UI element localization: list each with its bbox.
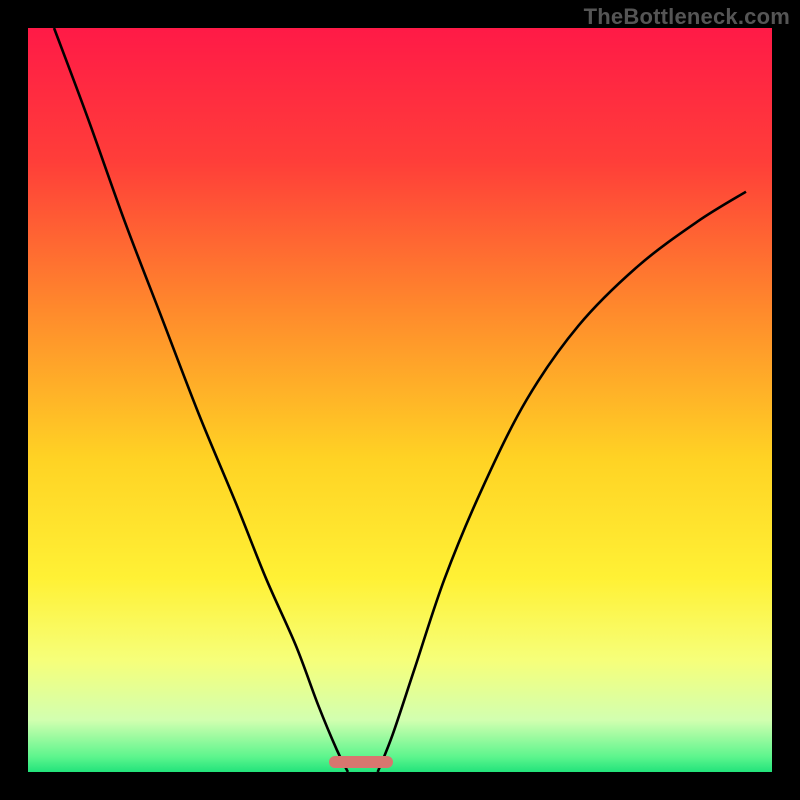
curve-right-branch xyxy=(378,192,746,772)
chart-frame: TheBottleneck.com xyxy=(0,0,800,800)
plot-area xyxy=(28,28,772,772)
optimal-range-marker xyxy=(329,756,392,768)
curve-left-branch xyxy=(54,28,348,772)
watermark-text: TheBottleneck.com xyxy=(584,4,790,30)
bottleneck-curve xyxy=(28,28,772,772)
